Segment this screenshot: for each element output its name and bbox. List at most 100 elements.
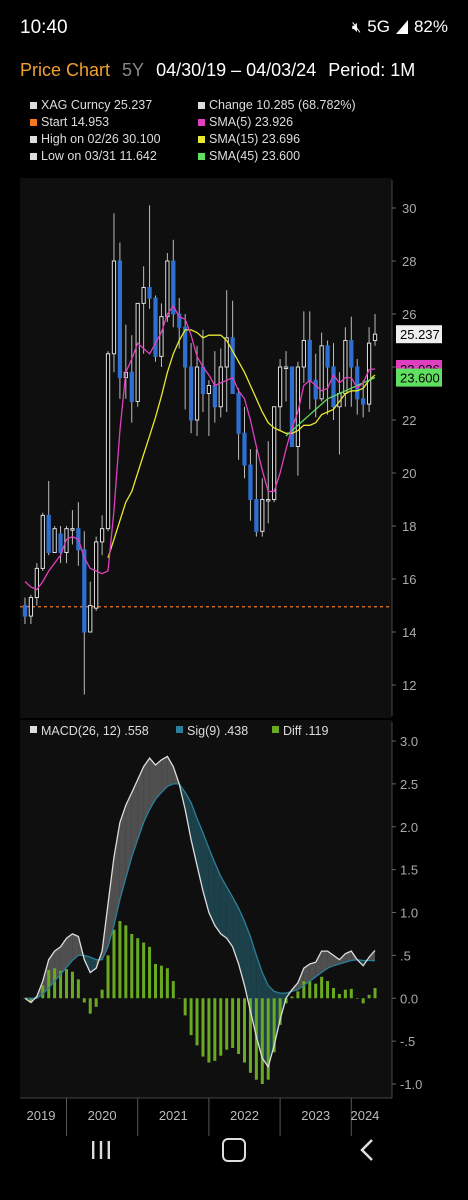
diff-bar [320, 976, 324, 999]
diff-bar [148, 946, 152, 999]
candle-up [165, 260, 170, 318]
candle-up [343, 340, 348, 394]
sma45-value-tag-text: 23.600 [400, 371, 440, 386]
price-axis-labels: 23.92623.60025.237 [396, 325, 442, 387]
diff-bar [201, 998, 205, 1057]
diff-bar [326, 981, 330, 999]
candle-down [22, 605, 28, 617]
diff-bar [296, 991, 300, 999]
sma45-value-tag: 23.600 [396, 368, 442, 387]
macd-legend-swatch [30, 726, 37, 733]
macd-tick-label: 2.0 [400, 820, 418, 835]
diff-bar [290, 996, 294, 999]
macd-tick-label: -.5 [400, 1034, 415, 1049]
diff-bar [124, 925, 128, 999]
diff-bar [337, 993, 341, 999]
diff-bar [47, 969, 51, 999]
diff-bar [343, 989, 347, 999]
macd-legend: MACD(26, 12) .558 Sig(9) .438 Diff .119 [30, 724, 328, 738]
candle-down [82, 549, 87, 633]
macd-legend-label: Diff .119 [283, 724, 328, 738]
diff-bar [118, 921, 122, 999]
candle-up [70, 528, 75, 531]
candle-down [212, 385, 217, 408]
candle-down [313, 379, 318, 400]
diff-bar [88, 998, 92, 1014]
diff-bar [171, 981, 175, 999]
price-tick-label: 28 [402, 254, 416, 269]
diff-bar [361, 998, 365, 1004]
candle-down [307, 340, 312, 381]
macd-tick-label: 1.0 [400, 906, 418, 921]
candle-down [254, 499, 259, 532]
diff-bar [302, 981, 306, 999]
home-button[interactable] [209, 1130, 259, 1170]
macd-fill [25, 756, 375, 1067]
diff-bar [308, 981, 312, 999]
candle-up [99, 528, 105, 543]
candle-down [117, 260, 123, 379]
candle-up [28, 597, 34, 617]
price-tick-label: 30 [402, 201, 416, 216]
candle-down [129, 371, 134, 402]
candle-up [266, 499, 271, 502]
price-tick-label: 18 [402, 519, 416, 534]
candle-up [218, 366, 223, 408]
nav-bar [0, 1110, 468, 1200]
macd-legend-label: MACD(26, 12) .558 [41, 724, 149, 738]
candle-up [272, 406, 277, 500]
diff-bar [142, 942, 146, 999]
candle-up [283, 366, 289, 369]
recents-button[interactable] [76, 1130, 126, 1170]
candle-up [159, 316, 164, 357]
diff-bar [76, 979, 80, 999]
macd-legend-label: Sig(9) .438 [187, 724, 248, 738]
candle-up [111, 260, 117, 355]
diff-bar [195, 998, 199, 1046]
macd-tick-label: -1.0 [400, 1077, 422, 1092]
back-icon [360, 1139, 373, 1161]
diff-bar [136, 938, 140, 999]
macd-tick-label: .5 [400, 948, 411, 963]
diff-bar [367, 994, 371, 999]
diff-bar [165, 968, 169, 999]
home-icon [222, 1138, 246, 1162]
price-tick-label: 22 [402, 413, 416, 428]
candle-up [372, 333, 378, 342]
candle-up [105, 353, 111, 530]
price-tick-label: 26 [402, 307, 416, 322]
sma15-line [107, 329, 376, 559]
candle-up [40, 514, 45, 569]
diff-bar [237, 998, 241, 1054]
candle-up [277, 366, 283, 408]
diff-bar [219, 998, 223, 1056]
macd-line [24, 755, 376, 1069]
candle-up [206, 385, 212, 394]
macd-lines [24, 755, 376, 1069]
candle-up [141, 287, 146, 304]
diff-bar [332, 987, 335, 999]
candle-down [200, 366, 206, 394]
diff-bar [373, 988, 377, 999]
macd-tick-label: 1.5 [400, 863, 418, 878]
candle-down [242, 432, 247, 466]
diff-bar [183, 998, 187, 1016]
macd-y-axis: 3.0 2.5 2.0 1.5 1.0 .5 0.0 -.5 -1.0 [391, 722, 422, 1098]
candle-down [153, 297, 158, 357]
price-chart[interactable]: 30282624222018161412 23.92623.60025.237 … [0, 0, 468, 1200]
candle-up [260, 499, 265, 532]
candle-down [325, 345, 330, 368]
candle-down [188, 366, 194, 421]
last-price-tag-text: 25.237 [400, 327, 440, 342]
back-button[interactable] [342, 1130, 392, 1170]
candle-up [301, 340, 306, 368]
candle-down [58, 533, 63, 554]
diff-bar [100, 989, 104, 999]
diff-bar [213, 998, 217, 1061]
macd-legend-swatch [176, 726, 183, 733]
diff-bar [130, 933, 134, 999]
diff-bar [355, 998, 359, 999]
candle-down [248, 464, 253, 500]
diff-bar [94, 998, 98, 1007]
diff-bar [159, 965, 163, 999]
